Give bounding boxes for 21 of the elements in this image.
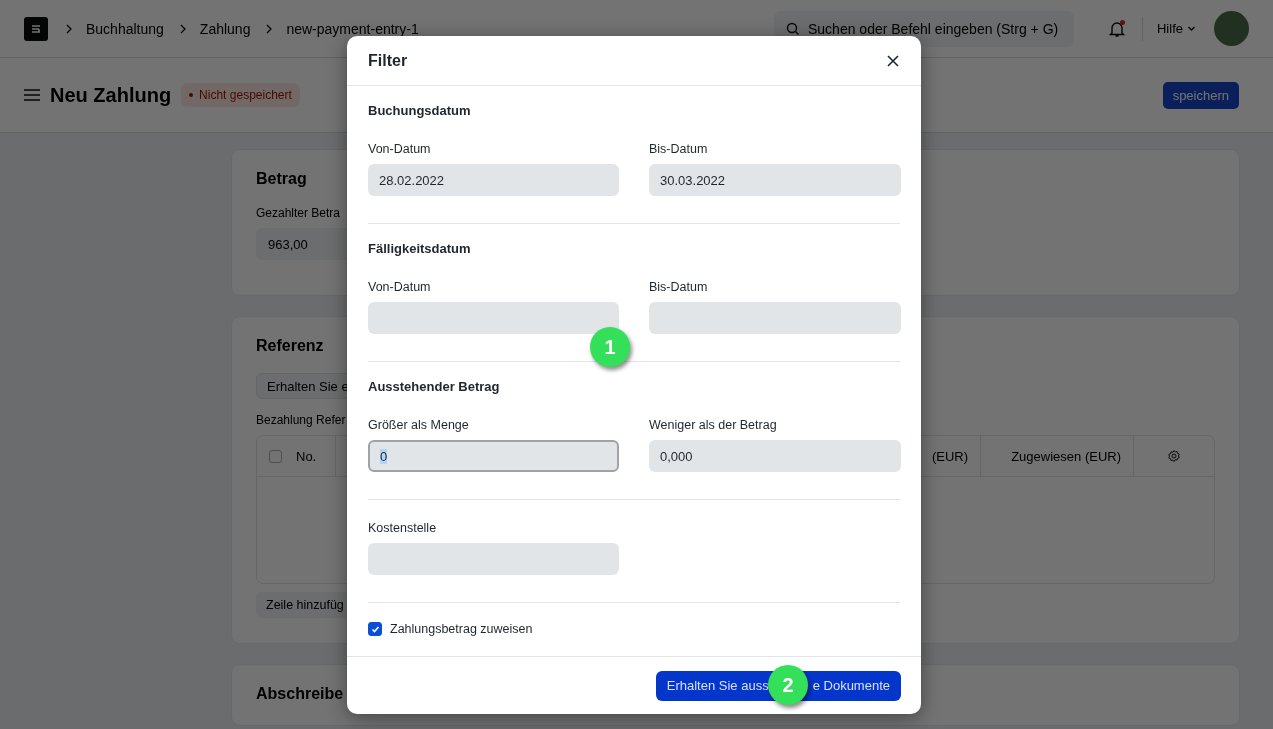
- card-title: Abschreibe: [256, 685, 344, 703]
- field-label: Gezahlter Betra: [256, 206, 341, 220]
- field-label: Von-Datum: [368, 141, 431, 158]
- column-header: (EUR): [931, 448, 968, 464]
- dialog-title: Filter: [368, 51, 408, 70]
- field-label: Größer als Menge: [368, 417, 469, 434]
- field-label: Kostenstelle: [368, 520, 437, 537]
- field-label: Bis-Datum: [649, 279, 708, 296]
- section-heading: Fälligkeitsdatum: [368, 240, 471, 259]
- card-title: Betrag: [256, 170, 307, 188]
- table-label: Bezahlung Refer: [256, 413, 346, 427]
- field-label: Weniger als der Betrag: [649, 417, 777, 434]
- card-title: Referenz: [256, 337, 324, 355]
- field-label: Von-Datum: [368, 279, 431, 296]
- status-badge: Nicht gespeichert: [181, 83, 300, 107]
- column-header: No.: [296, 448, 317, 464]
- field-label: Bis-Datum: [649, 141, 708, 158]
- section-heading: Buchungsdatum: [368, 102, 471, 121]
- section-heading: Ausstehender Betrag: [368, 378, 500, 397]
- page-title: Neu Zahlung: [50, 83, 172, 107]
- column-header: Zugewiesen (EUR): [1011, 448, 1121, 464]
